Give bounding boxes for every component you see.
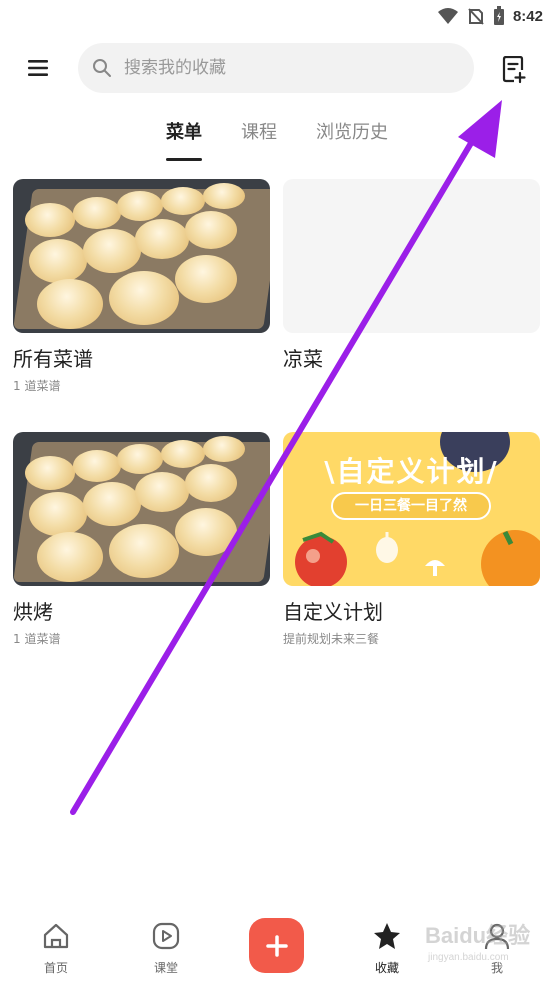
nav-label: 收藏	[374, 961, 399, 975]
nav-favorites[interactable]: 收藏	[357, 921, 417, 976]
collection-card-custom-plan[interactable]: \自定义计划/ 一日三餐一目了然 自定义计划 提前规划未来三餐	[283, 432, 540, 646]
no-sim-icon	[468, 8, 484, 25]
card-subtitle: 提前规划未来三餐	[283, 632, 380, 646]
home-icon	[43, 923, 69, 949]
tab-indicator	[166, 158, 202, 161]
card-subtitle: 1 道菜谱	[13, 379, 61, 393]
card-title: 凉菜	[283, 347, 323, 371]
bread-image	[13, 432, 270, 586]
menu-button[interactable]	[24, 54, 52, 82]
nav-label: 课堂	[153, 961, 178, 975]
header	[0, 42, 553, 94]
collection-card-baking[interactable]: 烘烤 1 道菜谱	[13, 432, 270, 646]
vegetables-illustration	[295, 530, 540, 586]
status-icons: 8:42	[437, 5, 543, 27]
meal-plan-banner-image: \自定义计划/ 一日三餐一目了然	[283, 432, 540, 586]
watermark-url: jingyan.baidu.com	[428, 952, 509, 963]
watermark-logo: Baidu经验	[425, 923, 531, 948]
nav-label: 首页	[43, 961, 68, 975]
bread-image	[13, 179, 270, 333]
play-circle-icon	[152, 922, 180, 950]
placeholder-image	[283, 179, 540, 333]
search-input[interactable]	[124, 58, 444, 78]
status-time: 8:42	[512, 7, 543, 25]
nav-class[interactable]: 课堂	[136, 921, 196, 976]
tab-history[interactable]: 浏览历史	[316, 118, 388, 144]
tab-recipes[interactable]: 菜单	[166, 118, 202, 144]
note-add-icon	[502, 56, 526, 84]
new-list-button[interactable]	[498, 54, 530, 86]
star-icon	[374, 923, 400, 949]
hamburger-menu-icon	[28, 60, 48, 76]
card-title: 自定义计划	[283, 600, 383, 624]
battery-icon	[493, 6, 504, 25]
add-recipe-button[interactable]	[249, 918, 304, 973]
tab-courses[interactable]: 课程	[241, 118, 277, 144]
wifi-icon	[437, 8, 458, 24]
tab-bar: 菜单 课程 浏览历史	[0, 118, 553, 168]
collection-card-all-recipes[interactable]: 所有菜谱 1 道菜谱	[13, 179, 270, 393]
search-icon	[93, 59, 111, 77]
collection-card-cold-dishes[interactable]: 凉菜	[283, 179, 540, 371]
card-subtitle: 1 道菜谱	[13, 632, 61, 646]
plus-icon	[265, 934, 288, 957]
status-bar: 8:42	[0, 0, 553, 34]
card-title: 所有菜谱	[13, 347, 93, 371]
card-title: 烘烤	[13, 600, 53, 624]
search-bar[interactable]	[78, 43, 474, 93]
nav-home[interactable]: 首页	[26, 921, 86, 976]
